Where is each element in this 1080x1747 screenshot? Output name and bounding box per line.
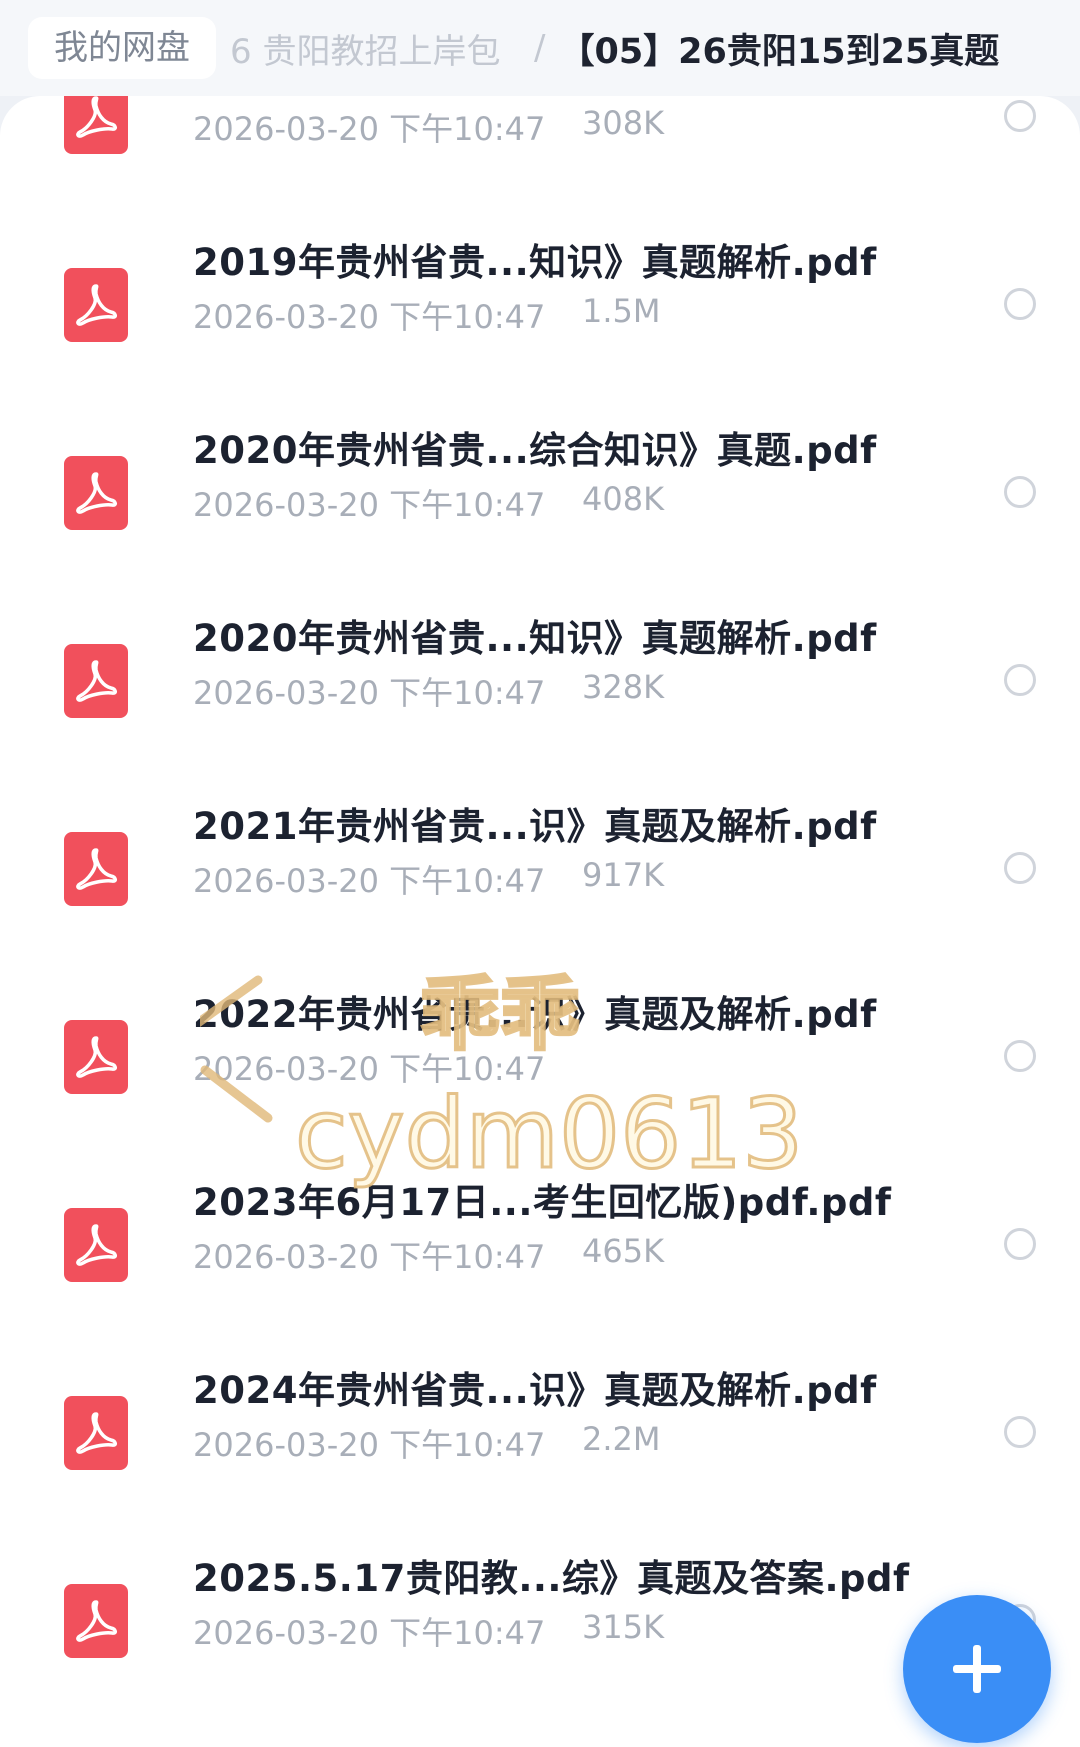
file-row[interactable]: 2026-03-20 下午10:47 308K [0, 96, 1080, 230]
pdf-icon [64, 1020, 128, 1094]
file-size: 2.2M [582, 1420, 661, 1458]
file-date: 2026-03-20 下午10:47 [193, 486, 546, 524]
file-size: 1.5M [582, 292, 661, 330]
file-name: 2020年贵州省贵...综合知识》真题.pdf [193, 429, 877, 472]
file-row[interactable]: 2021年贵州省贵...识》真题及解析.pdf 2026-03-20 下午10:4… [0, 792, 1080, 982]
file-name: 2019年贵州省贵...知识》真题解析.pdf [193, 241, 877, 284]
select-checkbox[interactable] [1004, 476, 1036, 508]
file-size: 328K [582, 668, 665, 706]
select-checkbox[interactable] [1004, 852, 1036, 884]
plus-icon [953, 1645, 1001, 1693]
file-size: 308K [582, 104, 665, 142]
file-date: 2026-03-20 下午10:47 [193, 1238, 546, 1276]
select-checkbox[interactable] [1004, 1040, 1036, 1072]
pdf-icon [64, 644, 128, 718]
file-row[interactable]: 2022年贵州省贵...识》真题及解析.pdf 2026-03-20 下午10:4… [0, 980, 1080, 1170]
pdf-icon [64, 1208, 128, 1282]
breadcrumb-root[interactable]: 我的网盘 [28, 17, 216, 79]
file-name: 2020年贵州省贵...知识》真题解析.pdf [193, 617, 877, 660]
file-name: 2023年6月17日...考生回忆版)pdf.pdf [193, 1181, 892, 1224]
file-date: 2026-03-20 下午10:47 [193, 1614, 546, 1652]
pdf-icon [64, 456, 128, 530]
select-checkbox[interactable] [1004, 1228, 1036, 1260]
pdf-icon [64, 832, 128, 906]
file-date: 2026-03-20 下午10:47 [193, 1426, 546, 1464]
file-size: 315K [582, 1608, 665, 1646]
breadcrumb-current: 【05】26贵阳15到25真题 [559, 31, 1000, 72]
add-button[interactable] [903, 1595, 1051, 1743]
breadcrumb: 我的网盘 6 贵阳教招上岸包 / 【05】26贵阳15到25真题 [0, 0, 1080, 96]
file-name: 2024年贵州省贵...识》真题及解析.pdf [193, 1369, 877, 1412]
select-checkbox[interactable] [1004, 288, 1036, 320]
file-row[interactable]: 2024年贵州省贵...识》真题及解析.pdf 2026-03-20 下午10:4… [0, 1356, 1080, 1546]
file-row[interactable]: 2020年贵州省贵...综合知识》真题.pdf 2026-03-20 下午10:4… [0, 416, 1080, 606]
select-checkbox[interactable] [1004, 664, 1036, 696]
file-row[interactable]: 2019年贵州省贵...知识》真题解析.pdf 2026-03-20 下午10:4… [0, 228, 1080, 418]
pdf-icon [64, 1584, 128, 1658]
pdf-icon [64, 268, 128, 342]
file-date: 2026-03-20 下午10:47 [193, 862, 546, 900]
file-row[interactable]: 2023年6月17日...考生回忆版)pdf.pdf 2026-03-20 下午1… [0, 1168, 1080, 1358]
file-size: 917K [582, 856, 665, 894]
file-name: 2022年贵州省贵...识》真题及解析.pdf [193, 993, 877, 1036]
breadcrumb-separator: / [534, 28, 546, 68]
file-name: 2021年贵州省贵...识》真题及解析.pdf [193, 805, 877, 848]
file-size: 465K [582, 1232, 665, 1270]
breadcrumb-parent[interactable]: 6 贵阳教招上岸包 [230, 24, 530, 73]
file-row[interactable]: 2020年贵州省贵...知识》真题解析.pdf 2026-03-20 下午10:4… [0, 604, 1080, 794]
select-checkbox[interactable] [1004, 100, 1036, 132]
pdf-icon [64, 1396, 128, 1470]
file-name: 2025.5.17贵阳教...综》真题及答案.pdf [193, 1557, 910, 1600]
file-list: 2026-03-20 下午10:47 308K 2019年贵州省贵...知识》真题解… [0, 96, 1080, 1747]
file-date: 2026-03-20 下午10:47 [193, 1050, 546, 1088]
pdf-icon [64, 96, 128, 154]
file-date: 2026-03-20 下午10:47 [193, 298, 546, 336]
file-date: 2026-03-20 下午10:47 [193, 674, 546, 712]
select-checkbox[interactable] [1004, 1416, 1036, 1448]
file-size: 408K [582, 480, 665, 518]
file-date: 2026-03-20 下午10:47 [193, 110, 546, 148]
